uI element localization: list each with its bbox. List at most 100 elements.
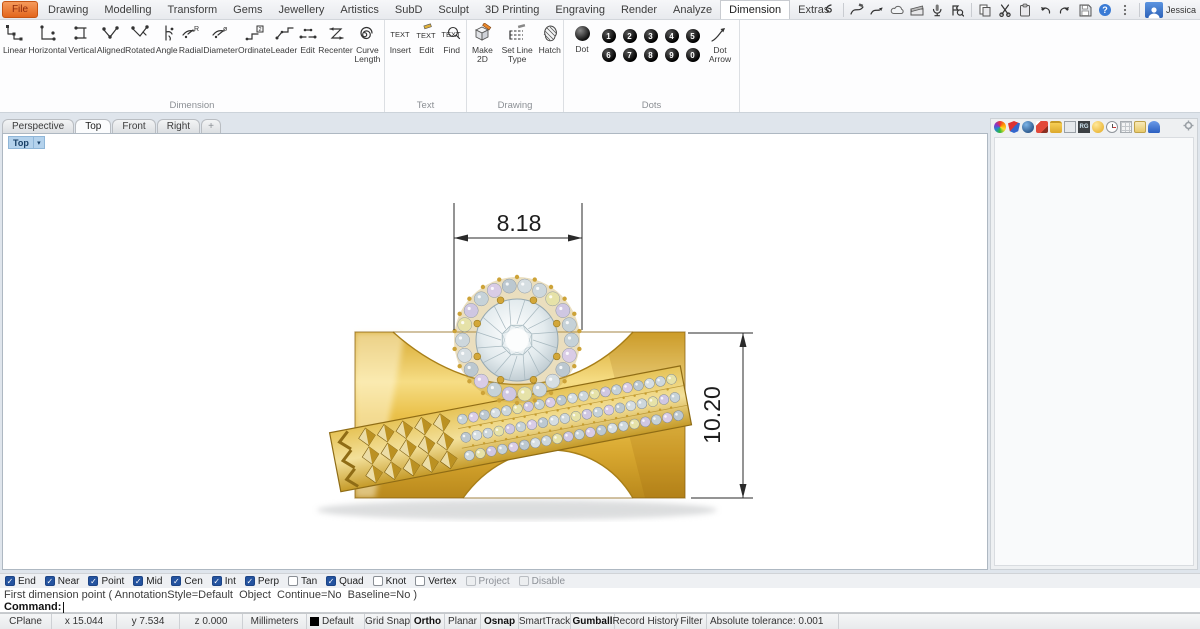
tab-artistics[interactable]: Artistics (332, 0, 387, 19)
vertical-dimension-button[interactable]: Vertical (68, 23, 97, 55)
grid-snap-toggle[interactable]: Grid Snap (365, 614, 411, 629)
rotated-dimension-button[interactable]: Rotated (125, 23, 155, 55)
project-checkbox[interactable] (465, 576, 476, 586)
tab-transform[interactable]: Transform (159, 0, 225, 19)
disable-checkbox[interactable] (518, 576, 529, 586)
osnap-project[interactable]: Project (465, 576, 510, 587)
text-find-button[interactable]: TEXT Find (439, 23, 464, 55)
cen-checkbox[interactable] (171, 576, 182, 586)
dot-button[interactable]: Dot (566, 23, 598, 54)
perp-checkbox[interactable] (244, 576, 255, 586)
tab-render[interactable]: Render (613, 0, 665, 19)
dot-9-button[interactable]: 9 (664, 48, 679, 62)
osnap-mid[interactable]: Mid (133, 576, 162, 587)
dot-arrow-button[interactable]: Dot Arrow (703, 23, 737, 64)
zoom-selected-icon[interactable] (949, 2, 966, 19)
point-checkbox[interactable] (88, 576, 99, 586)
grasshopper-icon[interactable] (821, 2, 838, 19)
osnap-cen[interactable]: Cen (171, 576, 203, 587)
osnap-toggle[interactable]: Osnap (481, 614, 519, 629)
gumball-toggle[interactable]: Gumball (571, 614, 615, 629)
angle-dimension-button[interactable]: Angle (155, 23, 179, 55)
brush-icon[interactable] (1036, 121, 1048, 133)
paste-icon[interactable] (1017, 2, 1034, 19)
tab-subd[interactable]: SubD (387, 0, 431, 19)
folder-icon[interactable] (1050, 121, 1062, 133)
quad-checkbox[interactable] (326, 576, 337, 586)
end-checkbox[interactable] (5, 576, 15, 586)
text-insert-button[interactable]: TEXT Insert (387, 23, 414, 55)
osnap-tan[interactable]: Tan (288, 576, 317, 587)
units-cell[interactable]: Millimeters (243, 614, 307, 629)
linear-dimension-button[interactable]: Linear (2, 23, 28, 55)
aligned-dimension-button[interactable]: Aligned (97, 23, 125, 55)
file-button[interactable]: File (2, 1, 38, 18)
help-icon[interactable]: ? (1097, 2, 1114, 19)
screen-icon[interactable] (1064, 121, 1076, 133)
undo-icon[interactable] (1037, 2, 1054, 19)
osnap-quad[interactable]: Quad (326, 576, 364, 587)
tan-checkbox[interactable] (288, 576, 299, 586)
rg-icon[interactable]: RG (1078, 121, 1090, 133)
make-2d-button[interactable]: Make 2D (469, 23, 496, 64)
ortho-toggle[interactable]: Ortho (411, 614, 445, 629)
dot-3-button[interactable]: 3 (643, 29, 658, 43)
curve-arrow-icon[interactable] (869, 2, 886, 19)
edit-dimension-button[interactable]: Edit (297, 23, 318, 55)
osnap-disable[interactable]: Disable (518, 576, 565, 587)
radial-dimension-button[interactable]: R Radial (179, 23, 204, 55)
near-checkbox[interactable] (44, 576, 55, 586)
set-line-type-button[interactable]: Set Line Type (496, 23, 539, 64)
command-input[interactable]: Command: (0, 601, 1200, 613)
diameter-dimension-button[interactable]: ø Diameter (203, 23, 238, 55)
tab-drawing[interactable]: Drawing (40, 0, 96, 19)
tab-modelling[interactable]: Modelling (96, 0, 159, 19)
curve-pencil-icon[interactable] (849, 2, 866, 19)
osnap-vertex[interactable]: Vertex (415, 576, 457, 587)
vertex-checkbox[interactable] (415, 576, 426, 586)
tab-jewellery[interactable]: Jewellery (271, 0, 333, 19)
osnap-perp[interactable]: Perp (244, 576, 279, 587)
grid-icon[interactable] (1120, 121, 1132, 133)
osnap-point[interactable]: Point (88, 576, 124, 587)
dot-4-button[interactable]: 4 (664, 29, 679, 43)
int-checkbox[interactable] (211, 576, 222, 586)
copy-icon[interactable] (977, 2, 994, 19)
new-viewport-tab-button[interactable]: + (201, 119, 221, 133)
dot-6-button[interactable]: 6 (601, 48, 616, 62)
dot-7-button[interactable]: 7 (622, 48, 637, 62)
leader-button[interactable]: Leader (271, 23, 297, 55)
bell-icon[interactable] (1148, 121, 1160, 133)
viewport-tab-front[interactable]: Front (112, 119, 156, 133)
sun-icon[interactable] (1092, 121, 1104, 133)
chevron-down-icon[interactable]: ▾ (32, 137, 44, 148)
tab-sculpt[interactable]: Sculpt (430, 0, 477, 19)
globe-icon[interactable] (1022, 121, 1034, 133)
knot-checkbox[interactable] (372, 576, 383, 586)
settings-icon[interactable] (1183, 118, 1194, 136)
record-history-toggle[interactable]: Record History (612, 614, 679, 629)
tab-3d-printing[interactable]: 3D Printing (477, 0, 547, 19)
dot-0-button[interactable]: 0 (685, 48, 700, 62)
viewport-tab-perspective[interactable]: Perspective (2, 119, 75, 133)
dot-1-button[interactable]: 1 (601, 29, 616, 43)
dot-5-button[interactable]: 5 (685, 29, 700, 43)
mid-checkbox[interactable] (133, 576, 144, 586)
osnap-knot[interactable]: Knot (372, 576, 406, 587)
horizontal-dimension-button[interactable]: Horizontal (28, 23, 68, 55)
cplane-cell[interactable]: CPlane (0, 614, 52, 629)
cloud-icon[interactable] (889, 2, 906, 19)
dot-2-button[interactable]: 2 (622, 29, 637, 43)
viewport-tab-top[interactable]: Top (75, 119, 112, 133)
redo-icon[interactable] (1057, 2, 1074, 19)
osnap-near[interactable]: Near (44, 576, 79, 587)
more-options-icon[interactable] (1117, 2, 1134, 19)
viewport-tab-right[interactable]: Right (156, 119, 201, 133)
tab-engraving[interactable]: Engraving (547, 0, 613, 19)
tab-analyze[interactable]: Analyze (665, 0, 720, 19)
cut-icon[interactable] (997, 2, 1014, 19)
osnap-end[interactable]: End (5, 576, 36, 587)
shield-icon[interactable] (1008, 121, 1020, 133)
osnap-int[interactable]: Int (211, 576, 236, 587)
filter-toggle[interactable]: Filter (677, 614, 707, 629)
